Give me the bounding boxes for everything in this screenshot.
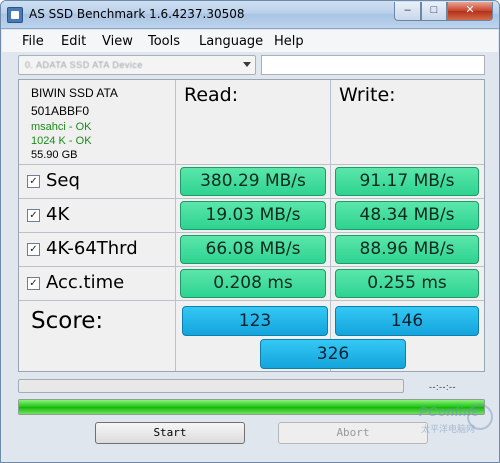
read-column-header: Read: xyxy=(184,84,239,106)
column-divider xyxy=(330,80,331,371)
score-label: Score: xyxy=(31,308,104,334)
4k-write-result: 48.34 MB/s xyxy=(335,201,479,230)
minimize-button[interactable]: – xyxy=(394,2,421,21)
chevron-down-icon[interactable] xyxy=(243,62,251,67)
write-column-header: Write: xyxy=(339,84,396,106)
app-icon xyxy=(7,7,23,23)
results-panel: BIWIN SSD ATA 501ABBF0 msahci - OK 1024 … xyxy=(18,79,485,372)
4k-checkbox[interactable]: ✓ xyxy=(27,209,40,222)
watermark-subtitle: 太平洋电脑网 xyxy=(421,424,476,434)
menu-edit[interactable]: Edit xyxy=(61,34,86,49)
row-divider xyxy=(19,232,484,233)
elapsed-time: --:--:-- xyxy=(429,382,456,392)
row-divider xyxy=(19,198,484,199)
seq-label: Seq xyxy=(46,170,80,191)
acctime-write-result: 0.255 ms xyxy=(335,269,479,298)
4k64-label: 4K-64Thrd xyxy=(46,238,138,259)
window-title: AS SSD Benchmark 1.6.4237.30508 xyxy=(29,7,245,21)
drive-name: BIWIN SSD ATA xyxy=(31,86,118,100)
watermark-logo: PConline xyxy=(419,404,480,419)
watermark: PConline 太平洋电脑网 xyxy=(419,404,499,460)
menu-bar: File Edit View Tools Language Help xyxy=(2,30,498,52)
overall-progress-fill xyxy=(19,400,484,414)
4k64-read-result: 66.08 MB/s xyxy=(180,235,326,264)
total-score: 326 xyxy=(260,339,406,369)
menu-tools[interactable]: Tools xyxy=(148,34,180,49)
test-progress-bar xyxy=(18,379,404,393)
column-divider xyxy=(175,80,176,371)
row-divider xyxy=(19,300,484,301)
acctime-label: Acc.time xyxy=(46,272,125,293)
4k64-checkbox[interactable]: ✓ xyxy=(27,243,40,256)
start-button[interactable]: Start xyxy=(95,422,245,444)
alignment-status: 1024 K - OK xyxy=(31,135,92,147)
drive-select-value: 0. ADATA SSD ATA Device xyxy=(25,60,143,70)
seq-read-result: 380.29 MB/s xyxy=(180,167,326,196)
write-score: 146 xyxy=(335,306,479,336)
read-score: 123 xyxy=(182,306,328,336)
menu-view[interactable]: View xyxy=(102,34,133,49)
4k64-write-result: 88.96 MB/s xyxy=(335,235,479,264)
row-divider xyxy=(19,164,484,165)
app-window: AS SSD Benchmark 1.6.4237.30508 – □ ✕ Fi… xyxy=(0,0,500,463)
seq-write-result: 91.17 MB/s xyxy=(335,167,479,196)
acctime-checkbox[interactable]: ✓ xyxy=(27,277,40,290)
maximize-button[interactable]: □ xyxy=(421,2,447,21)
drive-select[interactable]: 0. ADATA SSD ATA Device xyxy=(18,55,256,75)
ahci-status: msahci - OK xyxy=(31,121,92,133)
menu-file[interactable]: File xyxy=(22,34,44,49)
seq-checkbox[interactable]: ✓ xyxy=(27,175,40,188)
menu-language[interactable]: Language xyxy=(199,34,263,49)
overall-progress-bar xyxy=(18,399,485,415)
row-divider xyxy=(19,266,484,267)
title-bar[interactable]: AS SSD Benchmark 1.6.4237.30508 – □ ✕ xyxy=(1,1,499,29)
drive-size: 55.90 GB xyxy=(31,149,78,161)
drive-info-field[interactable] xyxy=(261,55,485,75)
close-button[interactable]: ✕ xyxy=(447,2,493,21)
menu-help[interactable]: Help xyxy=(274,34,304,49)
drive-firmware: 501ABBF0 xyxy=(31,104,90,118)
abort-button[interactable]: Abort xyxy=(278,422,428,444)
acctime-read-result: 0.208 ms xyxy=(180,269,326,298)
4k-read-result: 19.03 MB/s xyxy=(180,201,326,230)
4k-label: 4K xyxy=(46,204,70,225)
